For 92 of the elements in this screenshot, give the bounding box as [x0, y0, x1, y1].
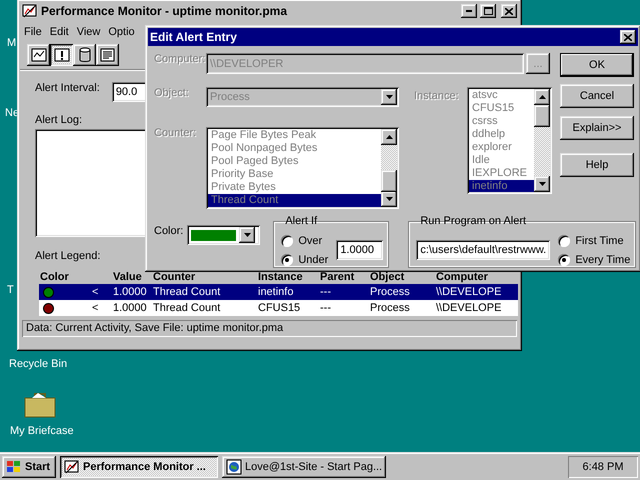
- maximize-button[interactable]: [480, 4, 496, 18]
- table-cell: ---: [320, 286, 331, 298]
- menu-item[interactable]: Optio: [104, 26, 139, 38]
- table-cell: ---: [320, 302, 331, 314]
- taskbar-button[interactable]: Performance Monitor ...: [60, 456, 218, 478]
- table-cell: \\DEVELOPE: [436, 302, 502, 314]
- table-cell: 1.0000: [113, 286, 147, 298]
- radio-option[interactable]: Every Time: [558, 250, 630, 269]
- toolbar-button[interactable]: [96, 44, 119, 66]
- start-button[interactable]: Start: [2, 456, 56, 478]
- section-label: Alert Log:: [35, 114, 82, 126]
- monitor-chart-icon: [64, 458, 80, 474]
- close-button[interactable]: [501, 4, 517, 18]
- window-title: Performance Monitor - uptime monitor.pma: [41, 4, 288, 18]
- scroll-thumb[interactable]: [534, 105, 550, 127]
- field-label: Counter:: [154, 127, 198, 139]
- up-arrow-icon: [538, 95, 546, 99]
- group-title: Run Program on Alert: [419, 215, 528, 227]
- scroll-down-button[interactable]: [381, 191, 397, 207]
- radio-option[interactable]: Under: [281, 250, 328, 269]
- down-arrow-icon: [386, 197, 392, 201]
- scroll-up-button[interactable]: [534, 89, 550, 105]
- alert-icon: [54, 48, 70, 62]
- windows-flag-icon: [6, 460, 22, 474]
- table-cell: Process: [370, 302, 410, 314]
- status-bar: Data: Current Activity, Save File: uptime monitor.pma: [22, 320, 517, 337]
- dialog-title: Edit Alert Entry: [150, 30, 238, 44]
- close-button[interactable]: [620, 30, 636, 44]
- table-cell: 1.0000: [113, 302, 147, 314]
- field-label: Alert Interval:: [35, 82, 100, 94]
- table-cell: CFUS15: [258, 302, 300, 314]
- cylinder-icon: [78, 47, 92, 63]
- field-label: Instance:: [414, 90, 460, 102]
- desktop-icon-label[interactable]: T: [7, 284, 14, 296]
- toolbar-button[interactable]: [50, 44, 73, 66]
- legend-row[interactable]: < 1.0000 Thread Count inetinfo --- Process \\DEVELOPE: [39, 284, 518, 300]
- table-cell: Thread Count: [153, 286, 220, 298]
- down-arrow-icon: [538, 182, 546, 186]
- minimize-icon: [466, 10, 472, 12]
- document-icon: [100, 48, 116, 62]
- field-label: Color:: [154, 225, 184, 237]
- table-cell: inetinfo: [258, 286, 294, 298]
- scroll-up-button[interactable]: [381, 129, 397, 145]
- desktop-icon-label[interactable]: M: [7, 37, 16, 49]
- briefcase-icon: [24, 392, 56, 418]
- dialog-button[interactable]: Help: [560, 153, 634, 177]
- group-title: Alert If: [284, 215, 318, 227]
- column-header: Color: [40, 271, 69, 283]
- table-cell: Process: [370, 286, 410, 298]
- taskbar-button[interactable]: Love@1st-Site - Start Pag...: [222, 456, 386, 478]
- dropdown-arrow-icon: [244, 233, 251, 237]
- close-icon: [505, 8, 513, 14]
- field-label: Computer:: [154, 53, 206, 65]
- radio-option[interactable]: First Time: [558, 231, 630, 250]
- table-cell: <: [92, 286, 98, 298]
- table-cell: Thread Count: [153, 302, 220, 314]
- minimize-button[interactable]: [461, 4, 477, 18]
- column-header: Parent: [320, 271, 354, 283]
- dialog-button[interactable]: Explain>>: [560, 116, 634, 140]
- program-path-field[interactable]: c:\users\default\restrwww.: [416, 240, 550, 260]
- toolbar-button[interactable]: [73, 44, 96, 66]
- scroll-down-button[interactable]: [534, 176, 550, 192]
- toolbar-button[interactable]: [27, 44, 50, 66]
- table-cell: \\DEVELOPE: [436, 286, 502, 298]
- menu-item[interactable]: Edit: [46, 26, 73, 38]
- column-header: Instance: [258, 271, 303, 283]
- chart-icon: [30, 48, 46, 62]
- table-cell: <: [92, 302, 98, 314]
- dropdown-arrow-icon: [386, 95, 392, 99]
- color-dropdown[interactable]: [187, 225, 260, 245]
- threshold-field[interactable]: 1.0000: [336, 240, 384, 260]
- scrollbar[interactable]: [381, 129, 397, 207]
- menu-item[interactable]: View: [72, 26, 104, 38]
- column-header: Computer: [436, 271, 488, 283]
- desktop-icon-label[interactable]: Recycle Bin: [9, 358, 68, 370]
- menu-item[interactable]: File: [20, 26, 46, 38]
- column-header: Object: [370, 271, 404, 283]
- globe-icon: [226, 458, 242, 474]
- dialog-button[interactable]: OK: [560, 53, 634, 77]
- column-header: Value: [113, 271, 142, 283]
- dialog-button[interactable]: Cancel: [560, 84, 634, 108]
- column-header: Counter: [153, 271, 196, 283]
- section-label: Alert Legend:: [35, 250, 100, 262]
- desktop-icon-label[interactable]: My Briefcase: [10, 425, 74, 437]
- monitor-chart-icon: [22, 3, 38, 19]
- scroll-thumb[interactable]: [381, 170, 397, 192]
- clock: 6:48 PM: [568, 456, 638, 478]
- close-icon: [624, 34, 632, 40]
- up-arrow-icon: [386, 135, 392, 139]
- maximize-icon: [484, 7, 492, 15]
- scrollbar[interactable]: [534, 89, 550, 192]
- radio-option[interactable]: Over: [281, 231, 328, 250]
